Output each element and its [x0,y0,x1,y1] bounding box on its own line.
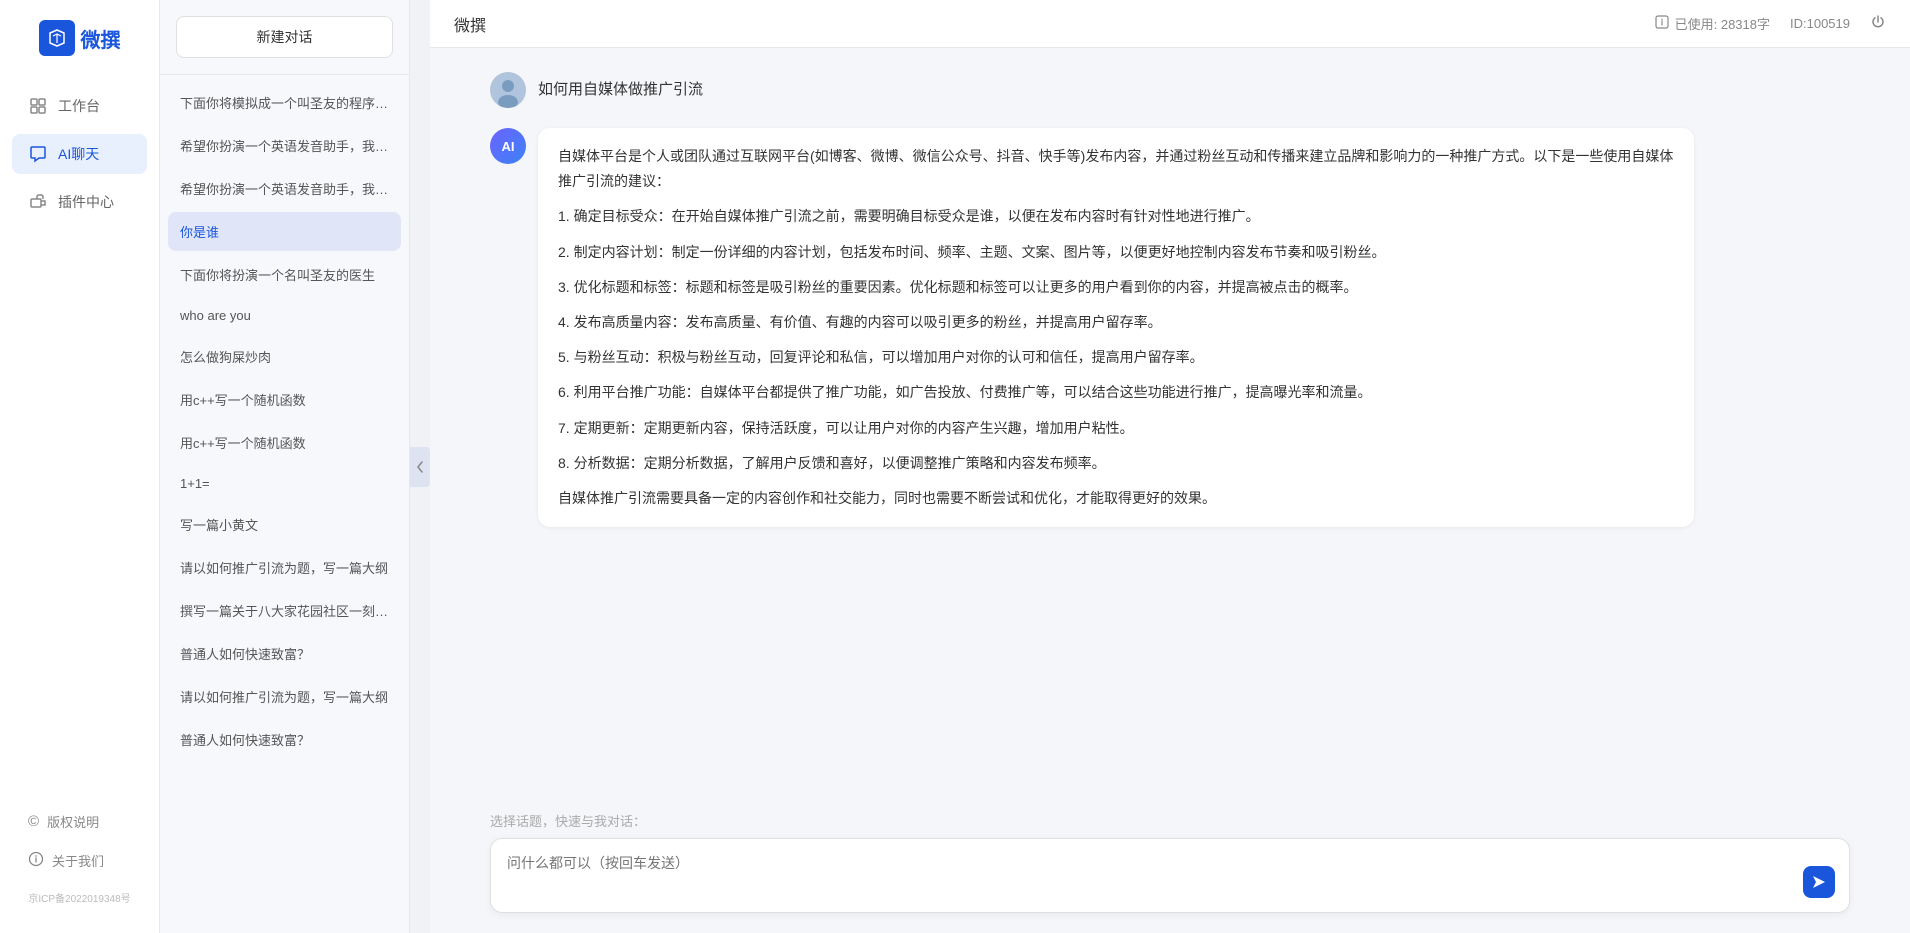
ai-response-paragraph: 5. 与粉丝互动：积极与粉丝互动，回复评论和私信，可以增加用户对你的认可和信任，… [558,345,1674,370]
ai-response-paragraph: 6. 利用平台推广功能：自媒体平台都提供了推广功能，如广告投放、付费推广等，可以… [558,380,1674,405]
chat-history-item[interactable]: 请以如何推广引流为题，写一篇大纲 [168,548,401,587]
sidebar: 微撰 工作台 [0,0,160,933]
new-chat-button[interactable]: 新建对话 [176,16,393,58]
logo-text: 微撰 [81,24,121,53]
logo: 微撰 [39,20,121,56]
send-button[interactable] [1803,866,1835,898]
power-icon[interactable] [1870,14,1886,33]
plugin-icon [28,192,48,212]
footer-copyright[interactable]: © 版权说明 [12,804,147,839]
sidebar-item-plugin-center[interactable]: 插件中心 [12,182,147,222]
chat-history-item[interactable]: 你是谁 [168,212,401,251]
ai-response-paragraph: 1. 确定目标受众：在开始自媒体推广引流之前，需要明确目标受众是谁，以便在发布内… [558,204,1674,229]
chat-history-item[interactable]: 用c++写一个随机函数 [168,423,401,462]
chat-history: 下面你将模拟成一个叫圣友的程序员，我说... 希望你扮演一个英语发音助手，我提供给… [160,75,409,933]
info-circle-icon [28,851,44,870]
chat-history-item[interactable]: 希望你扮演一个英语发音助手，我提供给你... [168,169,401,208]
copyright-text: 京ICP备2022019348号 [12,882,147,913]
chat-history-item[interactable]: who are you [168,298,401,333]
chat-content: 如何用自媒体做推广引流 AI 自媒体平台是个人或团队通过互联网平台(如博客、微博… [430,48,1910,799]
sidebar-item-plugin-label: 插件中心 [58,192,114,212]
chat-history-item[interactable]: 1+1= [168,466,401,501]
chat-input[interactable] [507,853,1799,895]
logo-icon [39,20,75,56]
footer-about[interactable]: 关于我们 [12,843,147,878]
topbar: 微撰 已使用: 28318字 ID:100519 [430,0,1910,48]
user-avatar [490,72,526,108]
grid-icon [28,96,48,116]
usage-text: 已使用: 28318字 [1675,14,1770,33]
quick-topics-label: 选择话题，快速与我对话： [490,811,1850,830]
chat-history-item[interactable]: 下面你将扮演一个名叫圣友的医生 [168,255,401,294]
id-text: ID:100519 [1790,16,1850,31]
ai-avatar: AI [490,128,526,164]
copyright-icon: © [28,813,39,830]
chat-history-item[interactable]: 希望你扮演一个英语发音助手，我提供给你... [168,126,401,165]
chat-history-item[interactable]: 请以如何推广引流为题，写一篇大纲 [168,677,401,716]
info-icon [1655,15,1669,32]
ai-message-bubble: 自媒体平台是个人或团队通过互联网平台(如博客、微博、微信公众号、抖音、快手等)发… [538,128,1694,527]
sidebar-item-ai-chat[interactable]: AI聊天 [12,134,147,174]
chat-list-header: 新建对话 [160,0,409,75]
nav-items: 工作台 AI聊天 插件中心 [0,86,159,804]
user-message-text: 如何用自媒体做推广引流 [538,72,703,105]
user-message: 如何用自媒体做推广引流 [490,72,1850,108]
chat-history-item[interactable]: 撰写一篇关于八大家花园社区一刻钟便民生... [168,591,401,630]
chat-history-item[interactable]: 用c++写一个随机函数 [168,380,401,419]
chat-icon [28,144,48,164]
ai-response-paragraph: 4. 发布高质量内容：发布高质量、有价值、有趣的内容可以吸引更多的粉丝，并提高用… [558,310,1674,335]
chat-history-item[interactable]: 怎么做狗屎炒肉 [168,337,401,376]
ai-response-paragraph: 7. 定期更新：定期更新内容，保持活跃度，可以让用户对你的内容产生兴趣，增加用户… [558,416,1674,441]
chat-history-item[interactable]: 写一篇小黄文 [168,505,401,544]
sidebar-item-workbench[interactable]: 工作台 [12,86,147,126]
topbar-right: 已使用: 28318字 ID:100519 [1655,14,1886,33]
ai-response-paragraph: 8. 分析数据：定期分析数据，了解用户反馈和喜好，以便调整推广策略和内容发布频率… [558,451,1674,476]
input-box [490,838,1850,913]
collapse-panel-button[interactable] [410,447,430,487]
sidebar-item-ai-chat-label: AI聊天 [58,144,99,164]
sidebar-footer: © 版权说明 关于我们 京ICP备2022019348号 [0,804,159,913]
ai-response-paragraph: 自媒体平台是个人或团队通过互联网平台(如博客、微博、微信公众号、抖音、快手等)发… [558,144,1674,194]
ai-response-paragraph: 自媒体推广引流需要具备一定的内容创作和社交能力，同时也需要不断尝试和优化，才能取… [558,486,1674,511]
main-chat-area: 微撰 已使用: 28318字 ID:100519 [430,0,1910,933]
input-area: 选择话题，快速与我对话： [430,799,1910,933]
chat-history-item[interactable]: 普通人如何快速致富？ [168,720,401,759]
ai-response-paragraph: 3. 优化标题和标签：标题和标签是吸引粉丝的重要因素。优化标题和标签可以让更多的… [558,275,1674,300]
chat-list-panel: 新建对话 下面你将模拟成一个叫圣友的程序员，我说... 希望你扮演一个英语发音助手… [160,0,410,933]
chat-history-item[interactable]: 普通人如何快速致富？ [168,634,401,673]
ai-response-paragraph: 2. 制定内容计划：制定一份详细的内容计划，包括发布时间、频率、主题、文案、图片… [558,240,1674,265]
usage-info: 已使用: 28318字 [1655,14,1770,33]
sidebar-item-workbench-label: 工作台 [58,96,100,116]
chat-history-item[interactable]: 下面你将模拟成一个叫圣友的程序员，我说... [168,83,401,122]
topbar-title: 微撰 [454,12,486,36]
ai-message: AI 自媒体平台是个人或团队通过互联网平台(如博客、微博、微信公众号、抖音、快手… [490,128,1850,527]
